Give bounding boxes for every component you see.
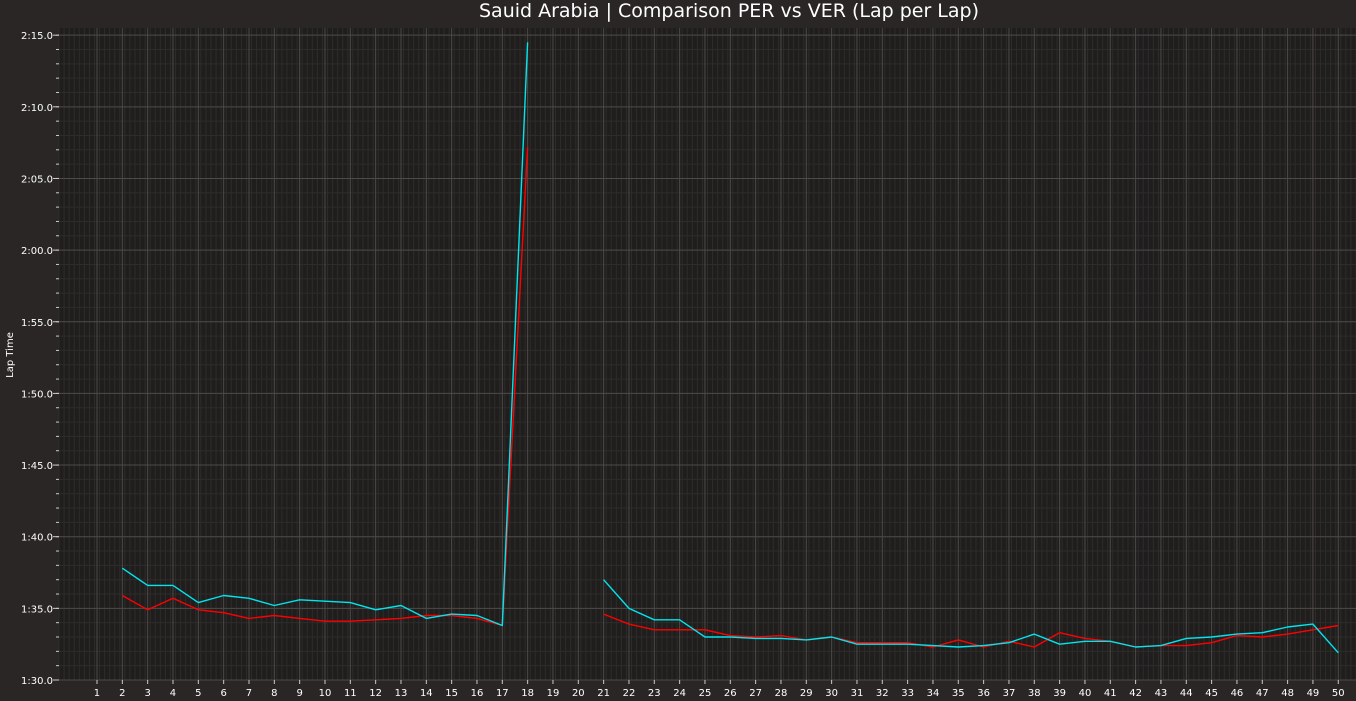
y-tick-label: 1:35.0	[21, 604, 53, 615]
x-tick-label: 19	[547, 688, 560, 699]
x-tick-label: 24	[673, 688, 686, 699]
x-tick-label: 40	[1079, 688, 1092, 699]
x-tick-label: 38	[1028, 688, 1041, 699]
y-tick-label: 2:05.0	[21, 174, 53, 185]
y-tick-label: 1:55.0	[21, 318, 53, 329]
x-tick-label: 2	[119, 688, 125, 699]
x-tick-label: 7	[246, 688, 252, 699]
x-tick-label: 6	[220, 688, 226, 699]
x-tick-label: 45	[1205, 688, 1218, 699]
x-tick-label: 12	[369, 688, 382, 699]
y-tick-label: 1:40.0	[21, 533, 53, 544]
x-tick-label: 32	[876, 688, 889, 699]
x-tick-label: 16	[471, 688, 484, 699]
x-tick-label: 13	[395, 688, 408, 699]
x-tick-label: 29	[800, 688, 813, 699]
chart-title: Sauid Arabia | Comparison PER vs VER (La…	[479, 0, 979, 22]
x-tick-label: 30	[825, 688, 838, 699]
x-tick-label: 22	[623, 688, 636, 699]
x-tick-label: 47	[1256, 688, 1269, 699]
y-tick-label: 1:30.0	[21, 676, 53, 687]
y-tick-label: 1:45.0	[21, 461, 53, 472]
y-tick-label: 2:00.0	[21, 246, 53, 257]
x-tick-label: 48	[1281, 688, 1294, 699]
x-tick-label: 11	[344, 688, 357, 699]
x-tick-label: 5	[195, 688, 201, 699]
x-tick-label: 35	[952, 688, 965, 699]
x-tick-label: 28	[775, 688, 788, 699]
x-tick-label: 10	[319, 688, 332, 699]
x-tick-label: 26	[724, 688, 737, 699]
x-tick-label: 34	[927, 688, 940, 699]
x-tick-label: 43	[1155, 688, 1168, 699]
x-tick-label: 25	[699, 688, 712, 699]
x-tick-label: 18	[521, 688, 534, 699]
x-tick-label: 41	[1104, 688, 1117, 699]
lap-time-chart: Sauid Arabia | Comparison PER vs VER (La…	[0, 0, 1356, 701]
x-tick-label: 4	[170, 688, 176, 699]
x-tick-label: 39	[1053, 688, 1066, 699]
x-tick-label: 9	[296, 688, 302, 699]
y-tick-label: 2:10.0	[21, 103, 53, 114]
x-tick-label: 46	[1231, 688, 1244, 699]
x-tick-label: 50	[1332, 688, 1345, 699]
x-tick-label: 42	[1129, 688, 1142, 699]
x-tick-label: 17	[496, 688, 509, 699]
x-tick-label: 31	[851, 688, 864, 699]
y-tick-label: 1:50.0	[21, 389, 53, 400]
x-tick-label: 33	[901, 688, 914, 699]
x-tick-label: 8	[271, 688, 277, 699]
y-axis-label: Lap Time	[5, 332, 16, 378]
x-tick-label: 21	[597, 688, 610, 699]
x-tick-label: 15	[445, 688, 458, 699]
y-tick-label: 2:15.0	[21, 31, 53, 42]
x-tick-label: 3	[144, 688, 150, 699]
x-tick-label: 37	[1003, 688, 1016, 699]
x-tick-label: 1	[94, 688, 100, 699]
x-tick-label: 20	[572, 688, 585, 699]
x-tick-label: 27	[749, 688, 762, 699]
x-tick-label: 36	[977, 688, 990, 699]
x-tick-label: 23	[648, 688, 661, 699]
x-tick-label: 49	[1307, 688, 1320, 699]
x-tick-label: 44	[1180, 688, 1193, 699]
x-tick-label: 14	[420, 688, 433, 699]
